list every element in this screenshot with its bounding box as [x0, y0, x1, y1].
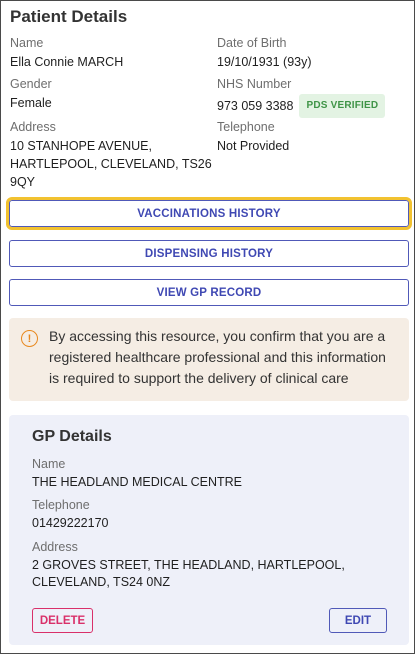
gp-details-title: GP Details [32, 428, 112, 445]
gp-address-line-1: 2 GROVES STREET, THE HEADLAND, HARTLEPOO… [32, 558, 345, 572]
vaccinations-history-button[interactable]: VACCINATIONS HISTORY [6, 197, 412, 230]
nhs-number-label: NHS Number [217, 77, 292, 91]
dob-field: Date of Birth 19/10/1931 (93y) [217, 35, 312, 71]
dob-label: Date of Birth [217, 36, 287, 50]
address-field: Address 10 STANHOPE AVENUE, HARTLEPOOL, … [10, 119, 212, 191]
patient-name-label: Name [10, 36, 44, 50]
dob-value: 19/10/1931 (93y) [217, 55, 312, 69]
pds-verified-badge: PDS VERIFIED [299, 94, 386, 118]
nhs-number-field: NHS Number 973 059 3388 PDS VERIFIED [217, 76, 386, 118]
gp-name-value: THE HEADLAND MEDICAL CENTRE [32, 475, 242, 489]
gp-telephone-label: Telephone [32, 498, 90, 512]
gp-address-label: Address [32, 540, 78, 554]
view-gp-record-button[interactable]: VIEW GP RECORD [9, 279, 409, 306]
page-title: Patient Details [10, 7, 128, 26]
gp-name-label: Name [32, 457, 66, 471]
gp-name-field: Name THE HEADLAND MEDICAL CENTRE [32, 456, 242, 491]
warning-circle-icon: ! [21, 330, 38, 347]
nhs-number-value: 973 059 3388 [217, 99, 294, 113]
patient-name-value: Ella Connie MARCH [10, 55, 124, 69]
nhs-number-row: 973 059 3388 PDS VERIFIED [217, 94, 386, 118]
gender-field: Gender Female [10, 76, 52, 112]
consent-notice-text: By accessing this resource, you confirm … [49, 328, 386, 386]
address-label: Address [10, 120, 56, 134]
gp-details-card: GP Details Name THE HEADLAND MEDICAL CEN… [9, 415, 409, 645]
address-line-1: 10 STANHOPE AVENUE, [10, 139, 152, 153]
patient-name-field: Name Ella Connie MARCH [10, 35, 123, 71]
dispensing-history-button[interactable]: DISPENSING HISTORY [9, 240, 409, 267]
telephone-label: Telephone [217, 120, 275, 134]
telephone-field: Telephone Not Provided [217, 119, 289, 155]
patient-details-panel: Patient Details Name Ella Connie MARCH D… [0, 0, 415, 654]
edit-gp-button[interactable]: EDIT [329, 608, 387, 633]
address-line-2: HARTLEPOOL, CLEVELAND, TS26 [10, 157, 212, 171]
gender-value: Female [10, 96, 52, 110]
gp-address-line-2: CLEVELAND, TS24 0NZ [32, 575, 171, 589]
gp-address-field: Address 2 GROVES STREET, THE HEADLAND, H… [32, 539, 345, 591]
gp-telephone-field: Telephone 01429222170 [32, 497, 108, 532]
gender-label: Gender [10, 77, 52, 91]
delete-gp-button[interactable]: DELETE [32, 608, 93, 633]
gp-telephone-value: 01429222170 [32, 516, 109, 530]
consent-notice: ! By accessing this resource, you confir… [9, 318, 409, 401]
telephone-value: Not Provided [217, 139, 290, 153]
address-line-3: 9QY [10, 175, 36, 189]
